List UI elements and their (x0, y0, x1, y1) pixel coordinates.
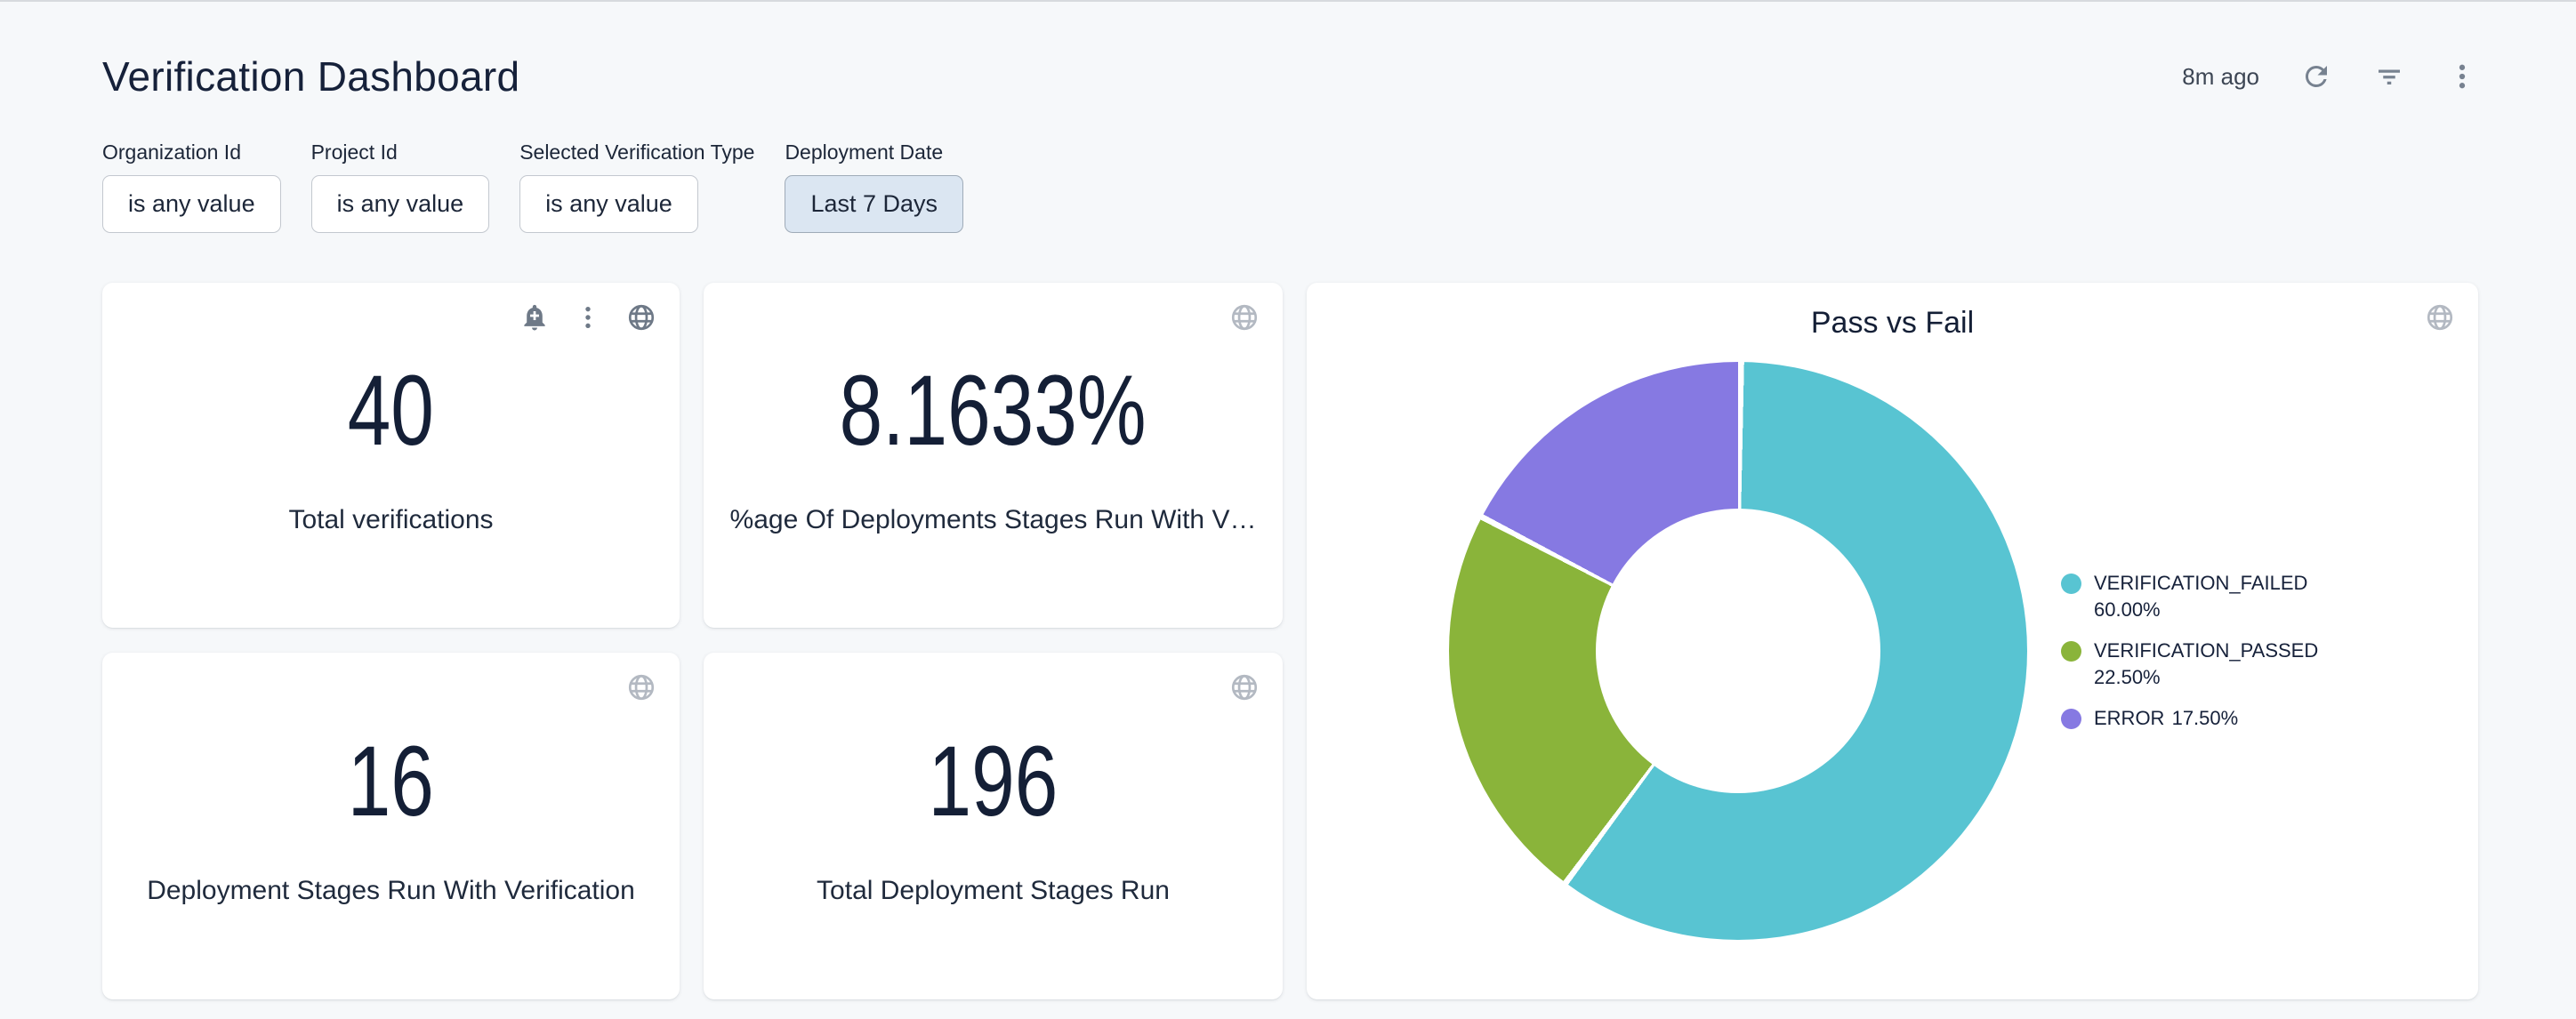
tile-content: 196 Total Deployment Stages Run (704, 653, 1283, 999)
tile-actions (1229, 672, 1260, 702)
tile-label: %age Of Deployments Stages Run With V… (730, 505, 1257, 535)
kebab-menu-icon[interactable] (573, 302, 603, 333)
legend-label: ERROR (2094, 707, 2164, 729)
filter-value-dropdown[interactable]: is any value (102, 175, 281, 233)
filter-label: Deployment Date (785, 140, 963, 164)
dashboard-page: Verification Dashboard 8m ago Organizati… (0, 2, 2576, 999)
chart-body: VERIFICATION_FAILED 60.00% VERIFICATION_… (1307, 362, 2478, 940)
tile-value: 8.1633% (840, 353, 1147, 468)
filter-verification-type: Selected Verification Type is any value (519, 140, 754, 233)
legend-value: 17.50% (2172, 707, 2239, 729)
legend-swatch (2061, 709, 2081, 729)
tile-value: 196 (929, 724, 1059, 838)
refresh-icon[interactable] (2300, 60, 2332, 92)
tile-total-stages-run: 196 Total Deployment Stages Run (704, 653, 1283, 999)
legend-swatch (2061, 641, 2081, 662)
tile-actions (1229, 302, 1260, 333)
legend-item-verification-passed[interactable]: VERIFICATION_PASSED 22.50% (2061, 638, 2337, 692)
chart-legend: VERIFICATION_FAILED 60.00% VERIFICATION_… (2061, 570, 2337, 732)
globe-icon[interactable] (626, 672, 656, 702)
legend-item-verification-failed[interactable]: VERIFICATION_FAILED 60.00% (2061, 570, 2337, 624)
header-actions: 8m ago (2182, 60, 2478, 92)
chart-title: Pass vs Fail (1307, 306, 2478, 341)
filter-project-id: Project Id is any value (311, 140, 490, 233)
tile-actions (2425, 302, 2455, 333)
legend-label: VERIFICATION_PASSED (2094, 639, 2318, 662)
tile-label: Total Deployment Stages Run (817, 876, 1170, 906)
alert-bell-plus-icon[interactable] (519, 302, 550, 333)
legend-item-error[interactable]: ERROR 17.50% (2061, 705, 2337, 732)
last-refresh-label: 8m ago (2182, 63, 2259, 91)
tile-actions (626, 672, 656, 702)
tile-content: 16 Deployment Stages Run With Verificati… (102, 653, 680, 999)
donut-hole (1596, 509, 1880, 793)
tile-content: 8.1633% %age Of Deployments Stages Run W… (704, 283, 1283, 628)
tile-value: 40 (348, 353, 434, 468)
tile-actions (519, 302, 656, 333)
filter-value-dropdown[interactable]: is any value (311, 175, 490, 233)
filter-label: Selected Verification Type (519, 140, 754, 164)
tile-label: Deployment Stages Run With Verification (147, 876, 635, 906)
pass-vs-fail-chart-card: Pass vs Fail VERIFICATION_FAILED 60.00% … (1307, 283, 2478, 999)
filter-organization-id: Organization Id is any value (102, 140, 281, 233)
kebab-menu-icon[interactable] (2446, 60, 2478, 92)
filter-value-dropdown[interactable]: is any value (519, 175, 698, 233)
filter-bar: Organization Id is any value Project Id … (102, 140, 2478, 233)
filter-label: Organization Id (102, 140, 281, 164)
tile-stages-run-with-verification: 16 Deployment Stages Run With Verificati… (102, 653, 680, 999)
globe-icon[interactable] (1229, 302, 1260, 333)
legend-swatch (2061, 574, 2081, 594)
legend-value: 60.00% (2094, 598, 2161, 621)
legend-value: 22.50% (2094, 666, 2161, 688)
tile-content: 40 Total verifications (102, 283, 680, 628)
globe-icon[interactable] (2425, 302, 2455, 333)
tile-value: 16 (348, 724, 434, 838)
stat-tiles-grid: 40 Total verifications 8.1633% %age Of D… (102, 283, 1283, 999)
cards-area: 40 Total verifications 8.1633% %age Of D… (102, 283, 2478, 999)
legend-label: VERIFICATION_FAILED (2094, 572, 2307, 594)
filter-label: Project Id (311, 140, 490, 164)
donut-chart[interactable] (1449, 362, 2027, 940)
globe-icon[interactable] (1229, 672, 1260, 702)
filter-value-dropdown[interactable]: Last 7 Days (785, 175, 963, 233)
tile-total-verifications: 40 Total verifications (102, 283, 680, 628)
tile-label: Total verifications (288, 505, 493, 535)
tile-pct-stages-with-verification: 8.1633% %age Of Deployments Stages Run W… (704, 283, 1283, 628)
dashboard-header: Verification Dashboard 8m ago (102, 52, 2478, 101)
globe-icon[interactable] (626, 302, 656, 333)
filter-icon[interactable] (2373, 60, 2405, 92)
filter-deployment-date: Deployment Date Last 7 Days (785, 140, 963, 233)
page-title: Verification Dashboard (102, 52, 519, 100)
